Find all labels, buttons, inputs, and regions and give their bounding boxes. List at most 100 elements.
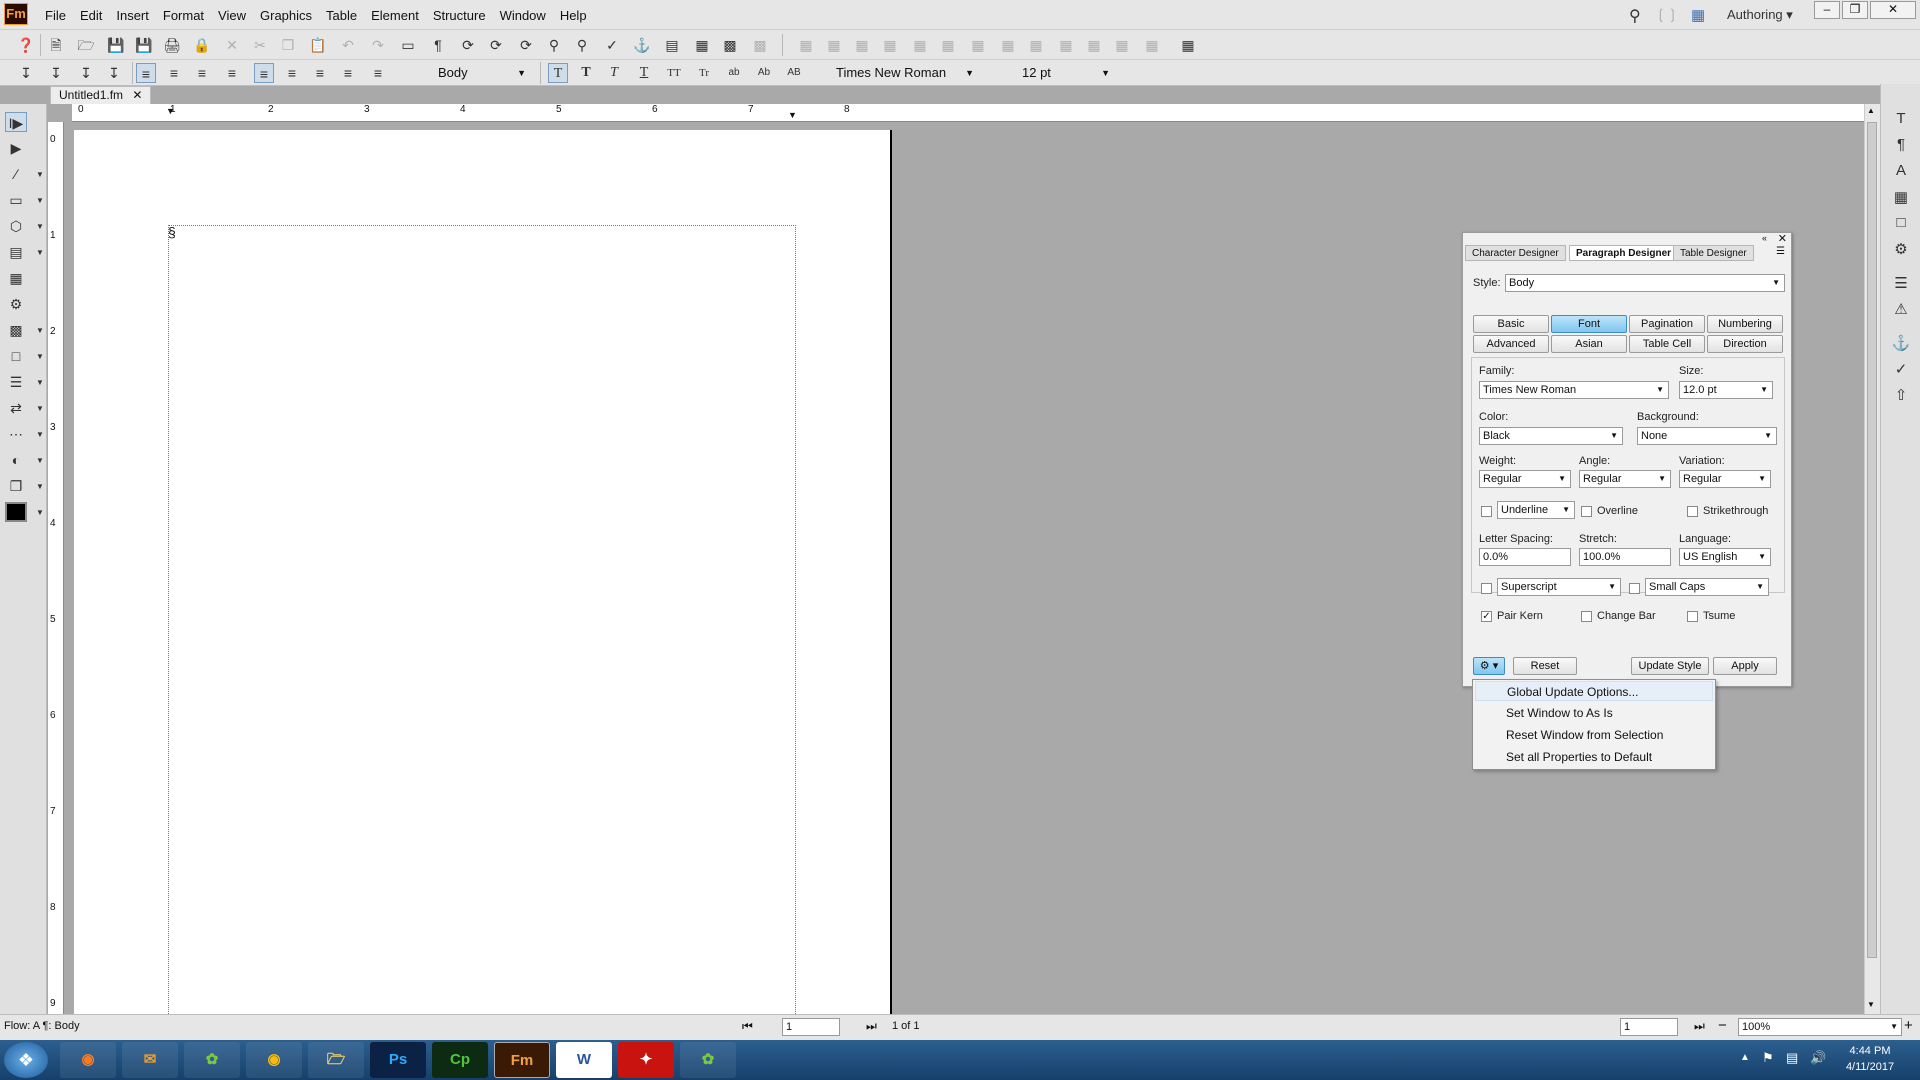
- paragraph-designer-icon[interactable]: ¶: [1890, 136, 1912, 158]
- advanced-button[interactable]: Advanced: [1473, 335, 1549, 353]
- close-icon[interactable]: ✕: [1870, 1, 1916, 19]
- collapse-panel-icon[interactable]: «: [1762, 233, 1767, 243]
- variable-icon[interactable]: ▩: [720, 35, 740, 55]
- lowercase-button[interactable]: ab: [724, 63, 744, 83]
- undo-icon[interactable]: ↶: [338, 35, 358, 55]
- menu-structure[interactable]: Structure: [426, 8, 493, 23]
- rectangle-tool-icon[interactable]: ▭: [5, 190, 27, 210]
- acrobat-icon[interactable]: ✦: [618, 1042, 674, 1078]
- table-settings-icon[interactable]: ▦: [1178, 35, 1198, 55]
- table-icon[interactable]: ▦: [692, 35, 712, 55]
- align-middle-icon[interactable]: ↧: [46, 63, 66, 83]
- menu-table[interactable]: Table: [319, 8, 364, 23]
- align-center-icon[interactable]: ≡: [164, 63, 184, 83]
- view-icon[interactable]: ▦: [1691, 6, 1705, 24]
- object-properties-icon[interactable]: ⚙: [5, 294, 27, 314]
- anchor-frame-icon[interactable]: ⟳: [458, 35, 478, 55]
- font-family-select[interactable]: Times New Roman ▼: [836, 63, 976, 83]
- photoshop-icon[interactable]: Ps: [370, 1042, 426, 1078]
- print-icon[interactable]: 🖨: [162, 35, 182, 55]
- copy-icon[interactable]: ❐: [278, 35, 298, 55]
- table-straddle-icon[interactable]: ▦: [910, 35, 930, 55]
- superscript-select[interactable]: Superscript ▼: [1497, 578, 1621, 596]
- line-ends-icon[interactable]: ⇄: [5, 398, 27, 418]
- dropdown-arrow-icon[interactable]: ▼: [36, 170, 44, 179]
- language-select[interactable]: US English ▼: [1679, 548, 1771, 566]
- table-format-icon[interactable]: ▦: [1142, 35, 1162, 55]
- right-indent-marker-icon[interactable]: ▼: [788, 110, 797, 120]
- workspace-select[interactable]: Authoring ▾: [1727, 7, 1793, 23]
- page-number-input[interactable]: 1: [782, 1018, 840, 1036]
- image-tool-icon[interactable]: ▦: [5, 268, 27, 288]
- tab-table-designer[interactable]: Table Designer: [1673, 245, 1754, 261]
- hyperlink-icon[interactable]: ⟳: [486, 35, 506, 55]
- line-spacing-single-icon[interactable]: ≡: [254, 63, 274, 83]
- menu-format[interactable]: Format: [156, 8, 211, 23]
- asian-button[interactable]: Asian: [1551, 335, 1627, 353]
- underline-select[interactable]: Underline ▼: [1497, 501, 1575, 519]
- sliders-icon[interactable]: ☰: [1890, 274, 1912, 296]
- conditional-text-icon[interactable]: ▩: [750, 35, 770, 55]
- framemaker-icon[interactable]: Fm: [494, 1042, 550, 1078]
- object-style-icon[interactable]: □: [1890, 214, 1912, 236]
- underline-button[interactable]: T: [634, 63, 654, 83]
- weight-select[interactable]: Regular ▼: [1479, 470, 1571, 488]
- zoom-select[interactable]: 100% ▼: [1738, 1018, 1902, 1036]
- fill-pattern-icon[interactable]: ▩: [5, 320, 27, 340]
- minimize-icon[interactable]: –: [1814, 1, 1840, 19]
- table-column-icon[interactable]: ▦: [824, 35, 844, 55]
- text-frame[interactable]: [168, 225, 796, 1014]
- tsume-checkbox[interactable]: [1687, 611, 1698, 622]
- uppercase-button[interactable]: AB: [784, 63, 804, 83]
- menu-window[interactable]: Window: [493, 8, 553, 23]
- page-goto-input[interactable]: 1: [1620, 1018, 1678, 1036]
- pod-icon[interactable]: ❲❳: [1655, 6, 1678, 23]
- bold-button[interactable]: T: [576, 63, 596, 83]
- dropdown-arrow-icon[interactable]: ▼: [36, 248, 44, 257]
- text-select-tool-icon[interactable]: I▶: [5, 112, 27, 132]
- last-page-icon[interactable]: ⏭: [866, 1019, 877, 1034]
- menu-insert[interactable]: Insert: [109, 8, 156, 23]
- changebar-checkbox[interactable]: [1581, 611, 1592, 622]
- overline-checkbox[interactable]: [1581, 506, 1592, 517]
- table-paste-icon[interactable]: ▦: [1084, 35, 1104, 55]
- close-tab-icon[interactable]: ✕: [132, 88, 142, 102]
- tray-chevron-icon[interactable]: ▲: [1740, 1052, 1750, 1063]
- dropdown-arrow-icon[interactable]: ▼: [36, 430, 44, 439]
- redo-icon[interactable]: ↷: [368, 35, 388, 55]
- firefox-icon[interactable]: ◉: [60, 1042, 116, 1078]
- letter-spacing-input[interactable]: 0.0%: [1479, 548, 1571, 566]
- align-bottom-icon[interactable]: ↧: [76, 63, 96, 83]
- cut-icon[interactable]: ✂: [250, 35, 270, 55]
- font-button[interactable]: Font: [1551, 315, 1627, 333]
- plain-text-button[interactable]: T: [548, 63, 568, 83]
- object-select-tool-icon[interactable]: ▶: [5, 138, 27, 158]
- save-icon[interactable]: 💾: [106, 35, 126, 55]
- open-folder-icon[interactable]: 🗁: [76, 35, 96, 55]
- menu-item-global-update-options[interactable]: Global Update Options...: [1475, 681, 1713, 701]
- overprint-icon[interactable]: ❐: [5, 476, 27, 496]
- dropdown-arrow-icon[interactable]: ▼: [36, 404, 44, 413]
- line-spacing-double-icon[interactable]: ≡: [310, 63, 330, 83]
- pen-pattern-icon[interactable]: □: [5, 346, 27, 366]
- dropdown-arrow-icon[interactable]: ▼: [36, 196, 44, 205]
- scroll-up-icon[interactable]: ▲: [1867, 106, 1875, 115]
- dash-pattern-icon[interactable]: ⋯: [5, 424, 27, 444]
- paragraph-icon[interactable]: ¶: [428, 35, 448, 55]
- angle-select[interactable]: Regular ▼: [1579, 470, 1671, 488]
- family-select[interactable]: Times New Roman ▼: [1479, 381, 1669, 399]
- table-copy-icon[interactable]: ▦: [1056, 35, 1076, 55]
- file-explorer-icon[interactable]: 🗁: [308, 1042, 364, 1078]
- italic-button[interactable]: T: [604, 63, 624, 83]
- size-select[interactable]: 12.0 pt ▼: [1679, 381, 1773, 399]
- save-all-icon[interactable]: 💾: [134, 35, 154, 55]
- zoom-icon[interactable]: ⚲: [572, 35, 592, 55]
- dropdown-arrow-icon[interactable]: ▼: [36, 222, 44, 231]
- rotate-icon[interactable]: ▭: [398, 35, 418, 55]
- style-select[interactable]: Body ▼: [1505, 274, 1785, 292]
- menu-item-set-window-as-is[interactable]: Set Window to As Is: [1475, 703, 1713, 723]
- warning-icon[interactable]: ⚠: [1890, 300, 1912, 322]
- line-tool-icon[interactable]: ∕: [5, 164, 27, 184]
- word-icon[interactable]: W: [556, 1042, 612, 1078]
- chrome-icon[interactable]: ◉: [246, 1042, 302, 1078]
